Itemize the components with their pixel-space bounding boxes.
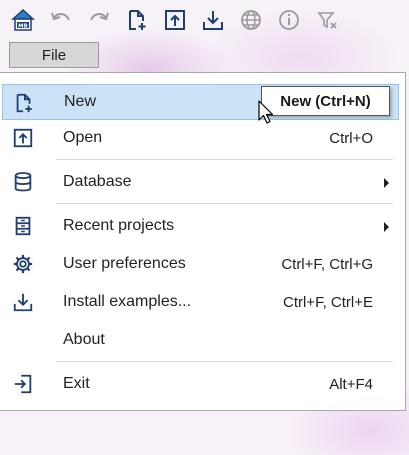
menu-separator (56, 159, 393, 160)
menu-item-install-examples[interactable]: Install examples... Ctrl+F, Ctrl+E (2, 284, 399, 320)
menu-item-label: User preferences (63, 255, 186, 272)
menu-item-shortcut: Ctrl+F, Ctrl+G (281, 255, 373, 273)
open-icon (12, 127, 34, 149)
database-icon (12, 171, 34, 193)
tooltip: New (Ctrl+N) (261, 86, 390, 116)
info-icon[interactable] (272, 3, 306, 37)
menu-item-shortcut: Ctrl+O (329, 129, 373, 147)
menu-item-user-preferences[interactable]: User preferences Ctrl+F, Ctrl+G (2, 246, 399, 282)
download-icon[interactable] (196, 3, 230, 37)
redo-icon[interactable] (82, 3, 116, 37)
menu-item-open[interactable]: Open Ctrl+O (2, 120, 399, 156)
menu-item-label: Open (63, 129, 103, 146)
globe-icon[interactable] (234, 3, 268, 37)
new-document-icon[interactable] (120, 3, 154, 37)
menu-item-label: Database (63, 173, 132, 190)
menu-item-database[interactable]: Database (2, 164, 399, 200)
gear-icon (12, 253, 34, 275)
menu-item-label: Install examples... (63, 293, 192, 310)
menu-item-shortcut: Ctrl+F, Ctrl+E (282, 293, 373, 311)
menu-item-label: New (64, 93, 97, 110)
exit-icon (12, 373, 34, 395)
download-icon (12, 291, 34, 313)
undo-icon[interactable] (44, 3, 78, 37)
app-logo-icon[interactable]: MB (6, 3, 40, 37)
file-menu-tab[interactable]: File (9, 42, 99, 68)
submenu-arrow-icon (384, 178, 389, 188)
menu-item-exit[interactable]: Exit Alt+F4 (2, 366, 399, 402)
recent-projects-icon (12, 215, 34, 237)
menu-item-label: Recent projects (63, 217, 175, 234)
svg-text:MB: MB (18, 24, 28, 30)
menu-item-shortcut: Alt+F4 (329, 375, 373, 393)
clear-filter-icon[interactable] (310, 3, 344, 37)
menu-separator (56, 203, 393, 204)
submenu-arrow-icon (384, 222, 389, 232)
mouse-cursor-icon (258, 100, 274, 130)
file-menu: New Open Ctrl+O Database Recent projects… (0, 72, 406, 411)
menu-item-about[interactable]: About (2, 322, 399, 358)
menubar: File (0, 40, 409, 72)
menu-separator (56, 361, 393, 362)
menu-item-label: Exit (63, 375, 90, 392)
open-icon[interactable] (158, 3, 192, 37)
menu-item-recent-projects[interactable]: Recent projects (2, 208, 399, 244)
menu-item-label: About (63, 331, 105, 348)
toolbar: MB (0, 0, 409, 40)
new-document-icon (13, 92, 35, 114)
